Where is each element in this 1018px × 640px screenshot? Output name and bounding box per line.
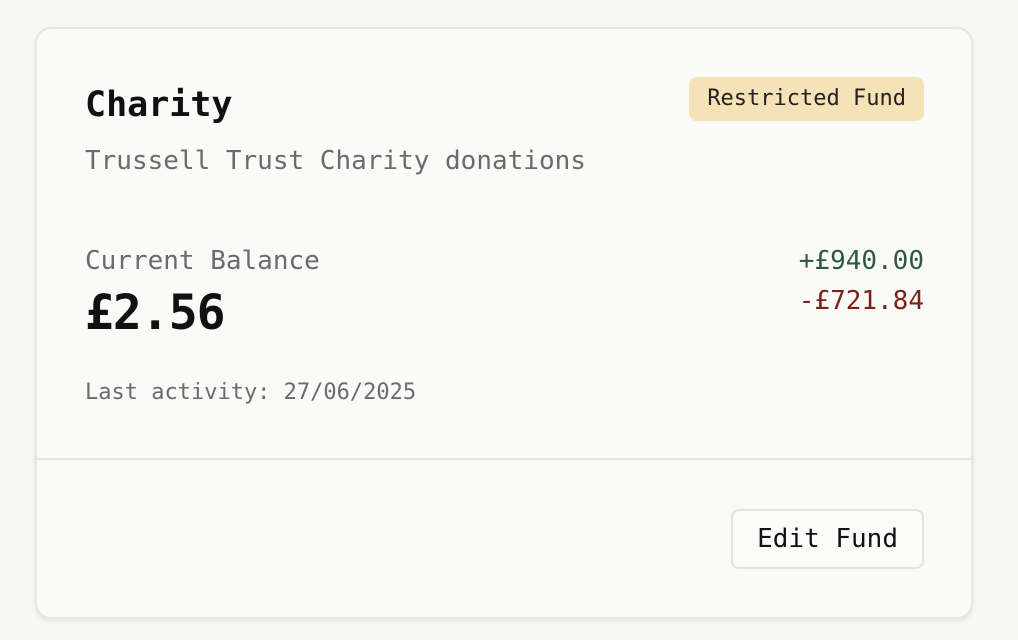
income-total: +£940.00 xyxy=(798,246,924,276)
fund-title: Charity xyxy=(85,85,233,125)
restricted-fund-badge: Restricted Fund xyxy=(689,77,924,121)
card-divider xyxy=(37,458,971,460)
edit-fund-button[interactable]: Edit Fund xyxy=(731,509,924,569)
fund-description: Trussell Trust Charity donations xyxy=(85,146,586,176)
last-activity: Last activity: 27/06/2025 xyxy=(85,380,417,405)
balance-label: Current Balance xyxy=(85,246,320,276)
fund-card: Charity Restricted Fund Trussell Trust C… xyxy=(35,27,973,619)
balance-value: £2.56 xyxy=(85,285,225,341)
expense-total: -£721.84 xyxy=(798,286,924,316)
